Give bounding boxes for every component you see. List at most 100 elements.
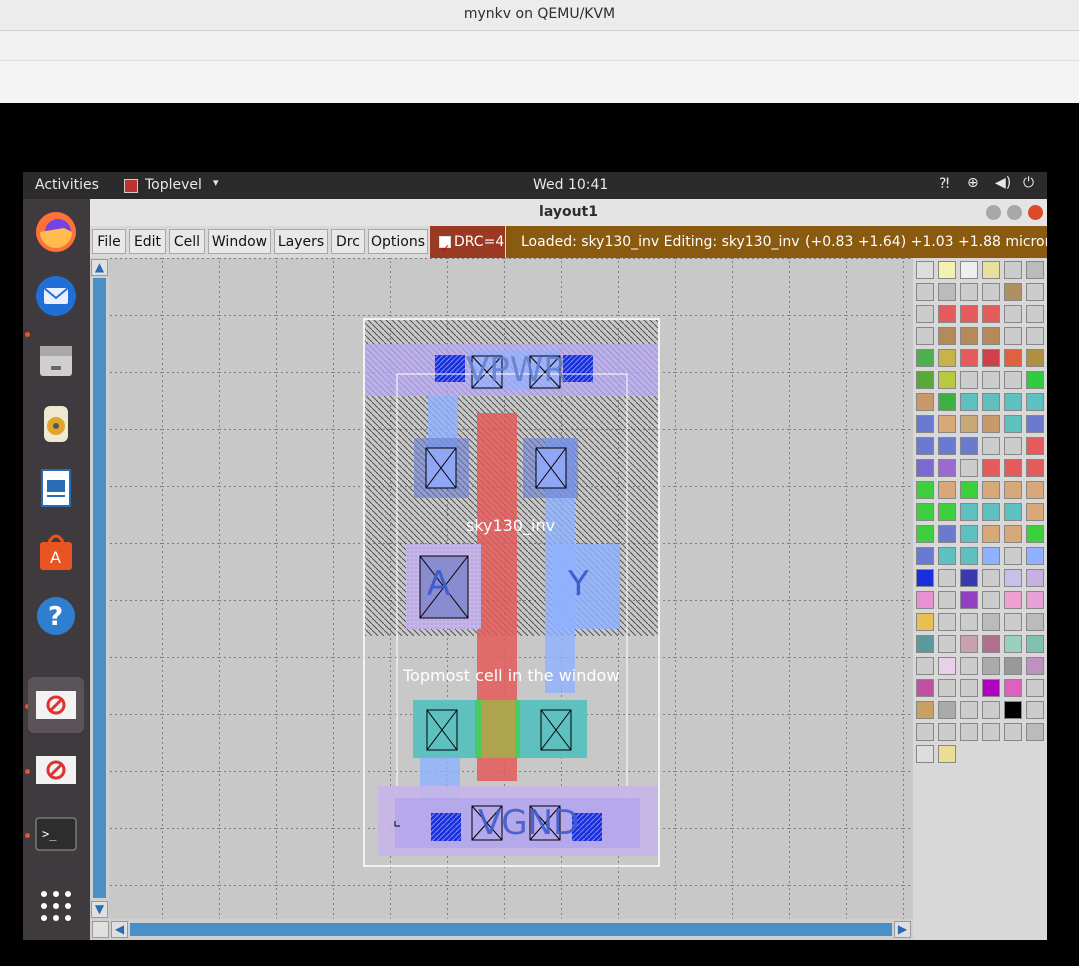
layer-swatch[interactable] xyxy=(938,459,956,477)
layer-swatch[interactable] xyxy=(1026,437,1044,455)
layer-swatch[interactable] xyxy=(1026,591,1044,609)
layer-swatch[interactable] xyxy=(938,437,956,455)
accessibility-icon[interactable]: ⁈ xyxy=(939,176,949,192)
layer-swatch[interactable] xyxy=(916,261,934,279)
layer-swatch[interactable] xyxy=(916,723,934,741)
files-icon[interactable] xyxy=(31,335,81,385)
terminal-icon[interactable]: >_ xyxy=(31,809,81,859)
layer-swatch[interactable] xyxy=(1026,261,1044,279)
firefox-icon[interactable] xyxy=(31,207,81,257)
layer-swatch[interactable] xyxy=(960,525,978,543)
help-icon[interactable]: ? xyxy=(31,591,81,641)
layer-swatch[interactable] xyxy=(938,327,956,345)
show-apps-icon[interactable] xyxy=(31,881,81,931)
layout-canvas[interactable]: VPWR sky130_inv A Y Topmost cell in the … xyxy=(90,258,913,919)
layer-swatch[interactable] xyxy=(916,569,934,587)
layer-swatch[interactable] xyxy=(982,591,1000,609)
app-window-icon[interactable] xyxy=(28,677,84,733)
layer-swatch[interactable] xyxy=(960,569,978,587)
layer-swatch[interactable] xyxy=(982,569,1000,587)
menu-window[interactable]: Window xyxy=(208,229,271,254)
layer-swatch[interactable] xyxy=(916,701,934,719)
layer-swatch[interactable] xyxy=(960,481,978,499)
layer-swatch[interactable] xyxy=(982,547,1000,565)
layer-swatch[interactable] xyxy=(1026,305,1044,323)
layer-swatch[interactable] xyxy=(982,437,1000,455)
layer-swatch[interactable] xyxy=(938,635,956,653)
layer-swatch[interactable] xyxy=(1004,635,1022,653)
menu-options[interactable]: Options xyxy=(368,229,428,254)
layer-swatch[interactable] xyxy=(960,657,978,675)
layer-swatch[interactable] xyxy=(982,415,1000,433)
layer-swatch[interactable] xyxy=(916,437,934,455)
layer-swatch[interactable] xyxy=(916,459,934,477)
layer-swatch[interactable] xyxy=(916,327,934,345)
software-center-icon[interactable]: A xyxy=(31,527,81,577)
power-icon[interactable]: ⏻ xyxy=(1023,175,1034,191)
layer-swatch[interactable] xyxy=(982,657,1000,675)
layer-swatch[interactable] xyxy=(916,591,934,609)
minimize-button[interactable] xyxy=(986,205,1001,220)
layer-swatch[interactable] xyxy=(938,261,956,279)
layer-swatch[interactable] xyxy=(960,305,978,323)
layer-swatch[interactable] xyxy=(960,437,978,455)
scroll-right-icon[interactable]: ▶ xyxy=(894,921,911,938)
layer-swatch[interactable] xyxy=(1004,679,1022,697)
layer-swatch[interactable] xyxy=(938,569,956,587)
layer-swatch[interactable] xyxy=(982,261,1000,279)
layer-swatch[interactable] xyxy=(1004,305,1022,323)
layer-swatch[interactable] xyxy=(960,723,978,741)
drc-indicator[interactable]: ✓ DRC=4 xyxy=(430,226,505,258)
layer-swatch[interactable] xyxy=(1004,481,1022,499)
layer-swatch[interactable] xyxy=(1004,591,1022,609)
layer-swatch[interactable] xyxy=(1004,327,1022,345)
layer-swatch[interactable] xyxy=(938,283,956,301)
layer-swatch[interactable] xyxy=(916,503,934,521)
layer-swatch[interactable] xyxy=(1026,657,1044,675)
layer-swatch[interactable] xyxy=(1026,701,1044,719)
scroll-down-icon[interactable]: ▼ xyxy=(91,901,108,918)
layer-swatch[interactable] xyxy=(960,503,978,521)
layer-swatch[interactable] xyxy=(960,327,978,345)
close-button[interactable] xyxy=(1028,205,1043,220)
horizontal-scroll-thumb[interactable] xyxy=(130,923,892,936)
layer-swatch[interactable] xyxy=(960,591,978,609)
activities-button[interactable]: Activities xyxy=(35,177,99,193)
layer-swatch[interactable] xyxy=(1004,283,1022,301)
layer-swatch[interactable] xyxy=(938,371,956,389)
network-icon[interactable]: ⊕ xyxy=(967,175,979,191)
layer-swatch[interactable] xyxy=(960,349,978,367)
layer-swatch[interactable] xyxy=(1004,701,1022,719)
layer-swatch[interactable] xyxy=(938,613,956,631)
window-title-bar[interactable]: layout1 xyxy=(90,199,1047,226)
layer-swatch[interactable] xyxy=(982,635,1000,653)
app-window-icon-2[interactable] xyxy=(31,745,81,795)
layer-swatch[interactable] xyxy=(938,745,956,763)
menu-cell[interactable]: Cell xyxy=(169,229,205,254)
layer-swatch[interactable] xyxy=(1026,679,1044,697)
layer-swatch[interactable] xyxy=(1026,415,1044,433)
layer-swatch[interactable] xyxy=(1026,525,1044,543)
menu-layers[interactable]: Layers xyxy=(274,229,328,254)
menu-drc[interactable]: Drc xyxy=(331,229,365,254)
layer-swatch[interactable] xyxy=(1004,723,1022,741)
layer-swatch[interactable] xyxy=(1026,547,1044,565)
layer-swatch[interactable] xyxy=(982,349,1000,367)
zoom-box-icon[interactable] xyxy=(92,921,109,938)
layer-swatch[interactable] xyxy=(982,283,1000,301)
layer-swatch[interactable] xyxy=(1004,459,1022,477)
layer-swatch[interactable] xyxy=(938,723,956,741)
layer-swatch[interactable] xyxy=(1004,371,1022,389)
layer-swatch[interactable] xyxy=(1026,349,1044,367)
layer-swatch[interactable] xyxy=(982,393,1000,411)
layer-swatch[interactable] xyxy=(1026,371,1044,389)
layer-swatch[interactable] xyxy=(1004,547,1022,565)
layer-swatch[interactable] xyxy=(938,657,956,675)
vertical-scroll-thumb[interactable] xyxy=(93,278,106,898)
layer-swatch[interactable] xyxy=(982,481,1000,499)
horizontal-scrollbar[interactable]: ◀ ▶ xyxy=(90,919,913,940)
layer-swatch[interactable] xyxy=(938,503,956,521)
layer-swatch[interactable] xyxy=(960,393,978,411)
layer-swatch[interactable] xyxy=(916,525,934,543)
layer-swatch[interactable] xyxy=(1026,283,1044,301)
